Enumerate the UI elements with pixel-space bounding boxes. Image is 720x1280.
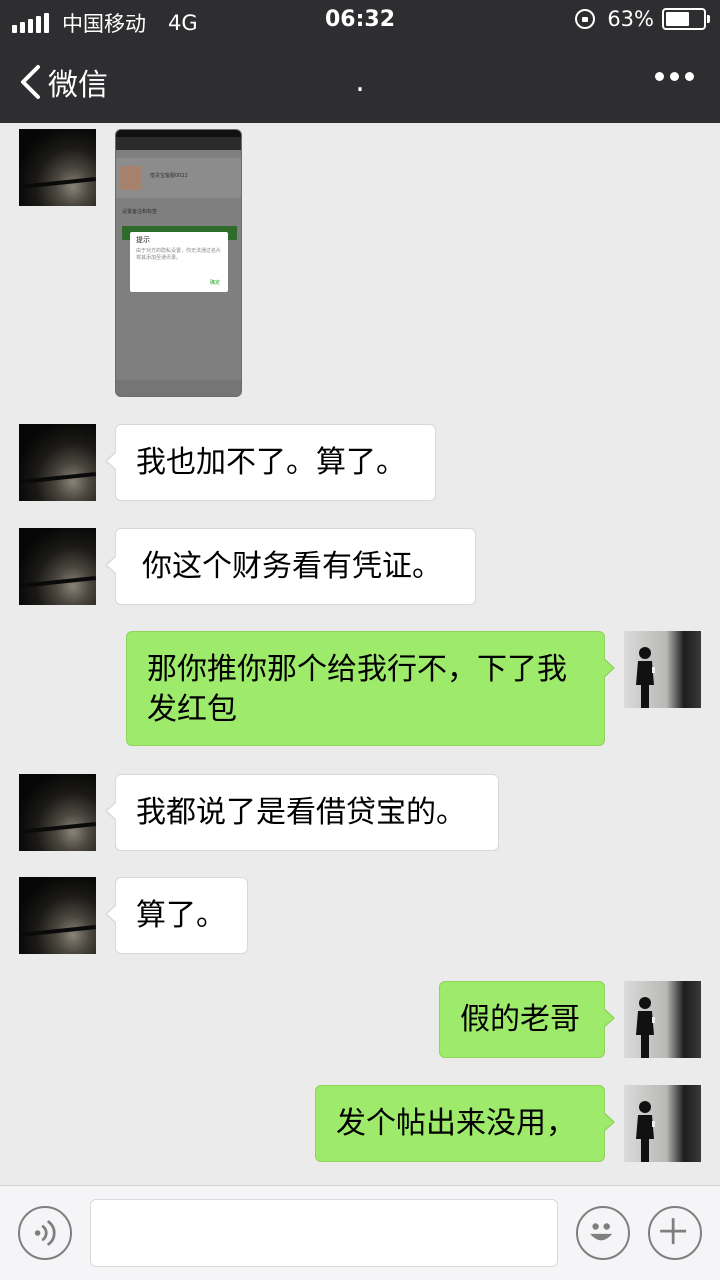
message-bubble[interactable]: 算了。 — [105, 877, 248, 954]
contact-avatar[interactable] — [19, 528, 96, 605]
battery-percent: 63% — [607, 7, 654, 31]
message-bubble[interactable]: 我也加不了。算了。 — [105, 424, 436, 501]
battery-icon — [662, 8, 710, 30]
plus-icon[interactable] — [648, 1206, 702, 1260]
dialog-body: 由于对方的隐私设置，你无法通过名片将其添加至通讯录。 — [136, 248, 222, 261]
screenshot-dialog: 提示 由于对方的隐私设置，你无法通过名片将其添加至通讯录。 确定 — [130, 232, 228, 292]
message-bubble[interactable]: 那你推你那个给我行不，下了我发红包 — [126, 631, 615, 746]
contact-avatar[interactable] — [19, 129, 96, 206]
more-options-icon[interactable] — [649, 72, 694, 81]
user-avatar[interactable] — [624, 1085, 701, 1162]
contact-avatar[interactable] — [19, 424, 96, 501]
contact-avatar[interactable] — [19, 877, 96, 954]
message-bubble[interactable]: 我都说了是看借贷宝的。 — [105, 774, 499, 851]
message-bubble[interactable]: 你这个财务看有凭证。 — [105, 528, 476, 605]
contact-avatar[interactable] — [19, 774, 96, 851]
image-message[interactable]: 借贷宝客服0022 设置备注和标签 提示 由于对方的隐私设置，你无法通过名片将其… — [115, 129, 242, 397]
emoji-icon[interactable] — [576, 1206, 630, 1260]
input-bar — [0, 1185, 720, 1280]
status-bar: 中国移动 4G 06:32 63% — [0, 0, 720, 40]
setting-label: 设置备注和标签 — [122, 209, 158, 215]
dialog-ok: 确定 — [209, 280, 220, 286]
rotation-lock-icon — [575, 9, 596, 29]
message-bubble[interactable]: 假的老哥 — [439, 981, 615, 1058]
user-avatar[interactable] — [624, 981, 701, 1058]
message-bubble[interactable]: 发个帖出来没用， — [315, 1085, 615, 1162]
message-input[interactable] — [90, 1199, 558, 1267]
dialog-title: 提示 — [136, 236, 150, 244]
user-avatar[interactable] — [624, 631, 701, 708]
chat-title: . — [355, 64, 365, 99]
profile-photo — [120, 166, 142, 190]
voice-icon[interactable] — [18, 1206, 72, 1260]
message-list[interactable]: 借贷宝客服0022 设置备注和标签 提示 由于对方的隐私设置，你无法通过名片将其… — [0, 123, 720, 1185]
chat-header: 微信 . — [0, 40, 720, 123]
profile-name: 借贷宝客服0022 — [150, 173, 188, 179]
